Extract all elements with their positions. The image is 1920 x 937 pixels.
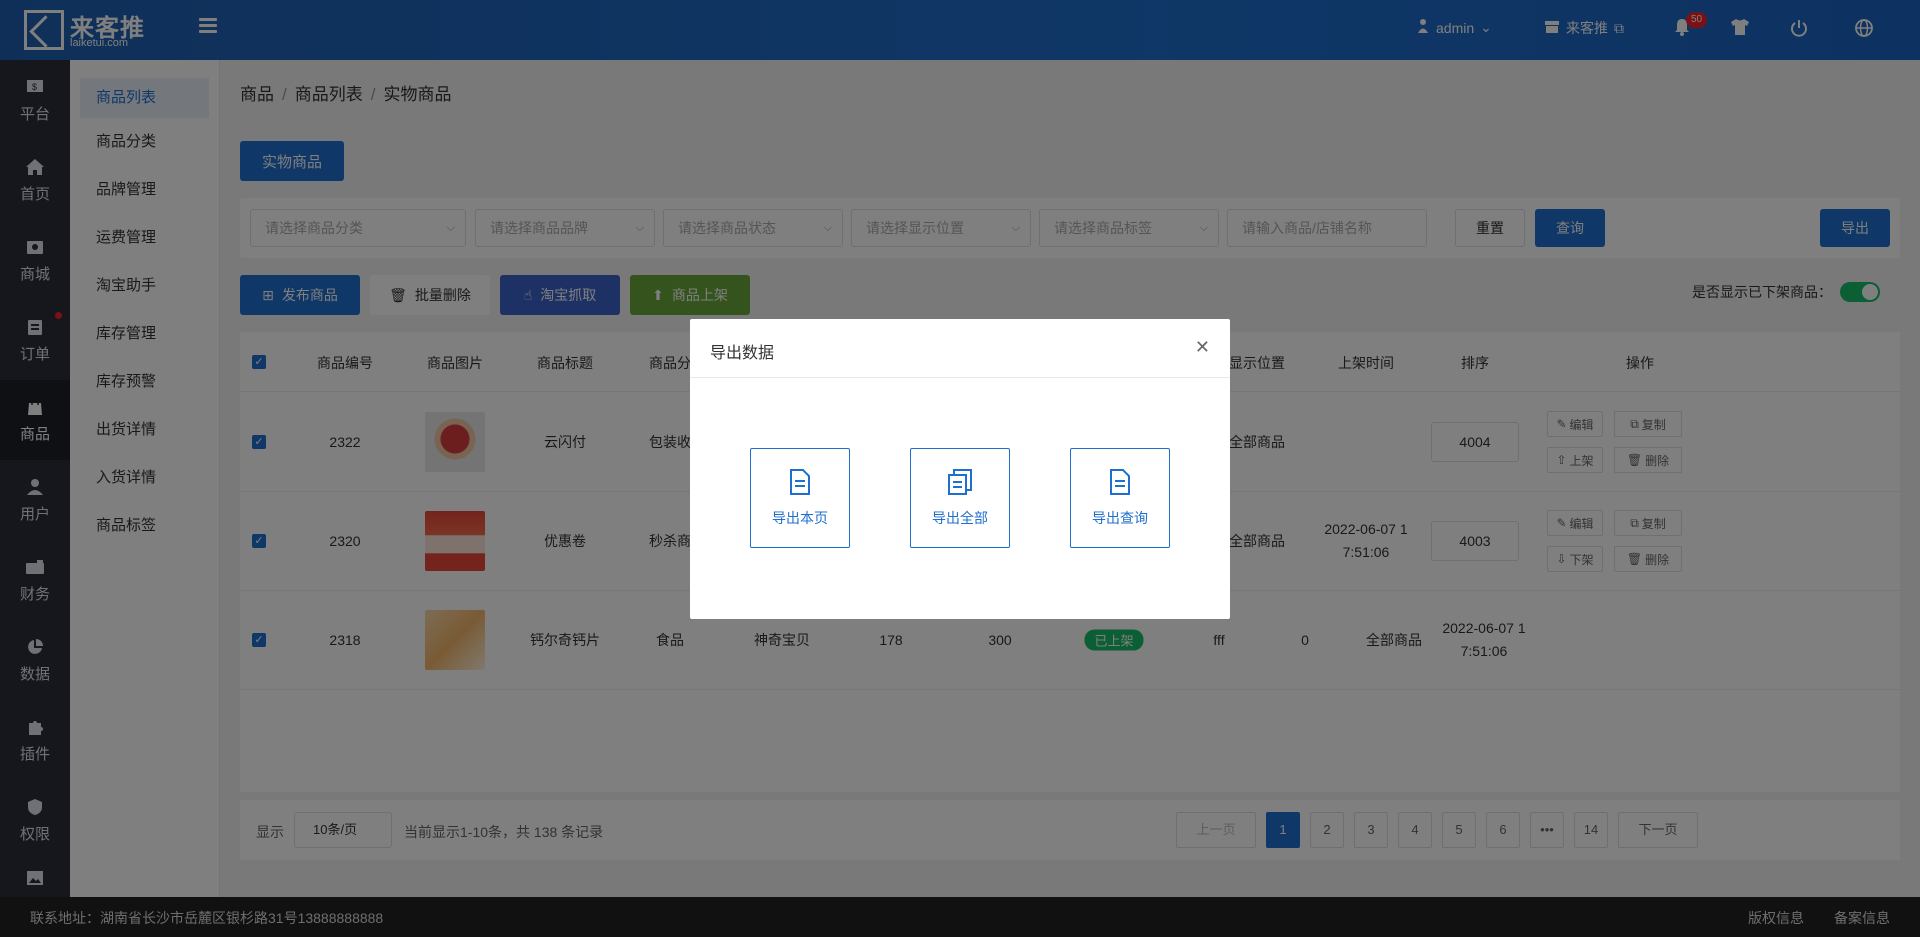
export-all-button[interactable]: 导出全部 bbox=[910, 448, 1010, 548]
document-icon bbox=[1109, 468, 1131, 498]
export-dialog: 导出数据 ✕ 导出本页 导出全部 导出查询 bbox=[690, 319, 1230, 619]
export-query-button[interactable]: 导出查询 bbox=[1070, 448, 1170, 548]
documents-icon bbox=[947, 468, 973, 498]
dialog-header: 导出数据 ✕ bbox=[690, 319, 1230, 378]
dialog-title: 导出数据 bbox=[710, 345, 775, 362]
export-current-page-button[interactable]: 导出本页 bbox=[750, 448, 850, 548]
close-icon[interactable]: ✕ bbox=[1195, 337, 1210, 358]
document-icon bbox=[789, 468, 811, 498]
